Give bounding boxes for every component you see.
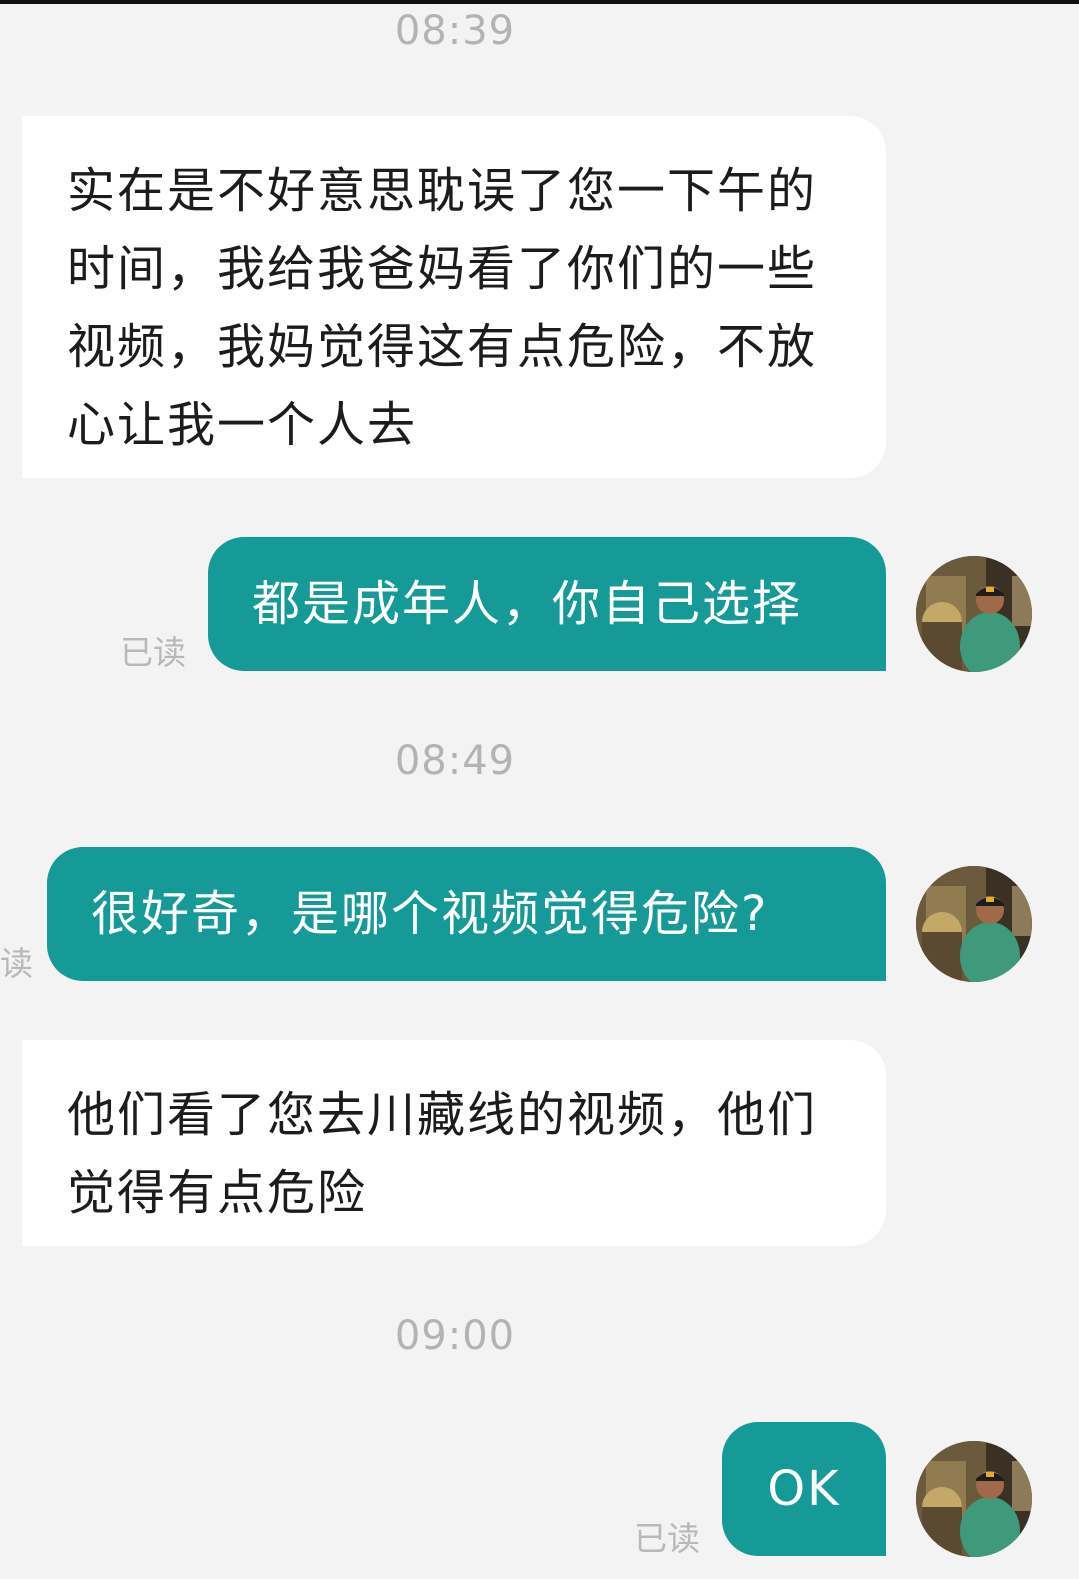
sent-message-bubble[interactable]: 都是成年人，你自己选择	[208, 537, 886, 671]
user-avatar-photo-icon	[916, 1441, 1032, 1557]
user-avatar[interactable]	[916, 556, 1032, 672]
timestamp: 08:39	[394, 8, 516, 54]
received-message-bubble[interactable]: 实在是不好意思耽误了您一下午的时间，我给我爸妈看了你们的一些视频，我妈觉得这有点…	[22, 116, 886, 478]
timestamp: 09:00	[394, 1313, 516, 1359]
user-avatar-photo-icon	[916, 866, 1032, 982]
sent-message-bubble[interactable]: OK	[722, 1422, 886, 1556]
sent-message-bubble[interactable]: 很好奇，是哪个视频觉得危险?	[47, 847, 886, 981]
received-message-bubble[interactable]: 他们看了您去川藏线的视频，他们觉得有点危险	[22, 1040, 886, 1246]
timestamp: 08:49	[394, 738, 516, 784]
user-avatar-photo-icon	[916, 556, 1032, 672]
top-divider	[0, 0, 1079, 4]
read-status: 读	[0, 944, 33, 983]
user-avatar[interactable]	[916, 1441, 1032, 1557]
read-status: 已读	[634, 1519, 700, 1558]
read-status: 已读	[120, 633, 186, 672]
user-avatar[interactable]	[916, 866, 1032, 982]
